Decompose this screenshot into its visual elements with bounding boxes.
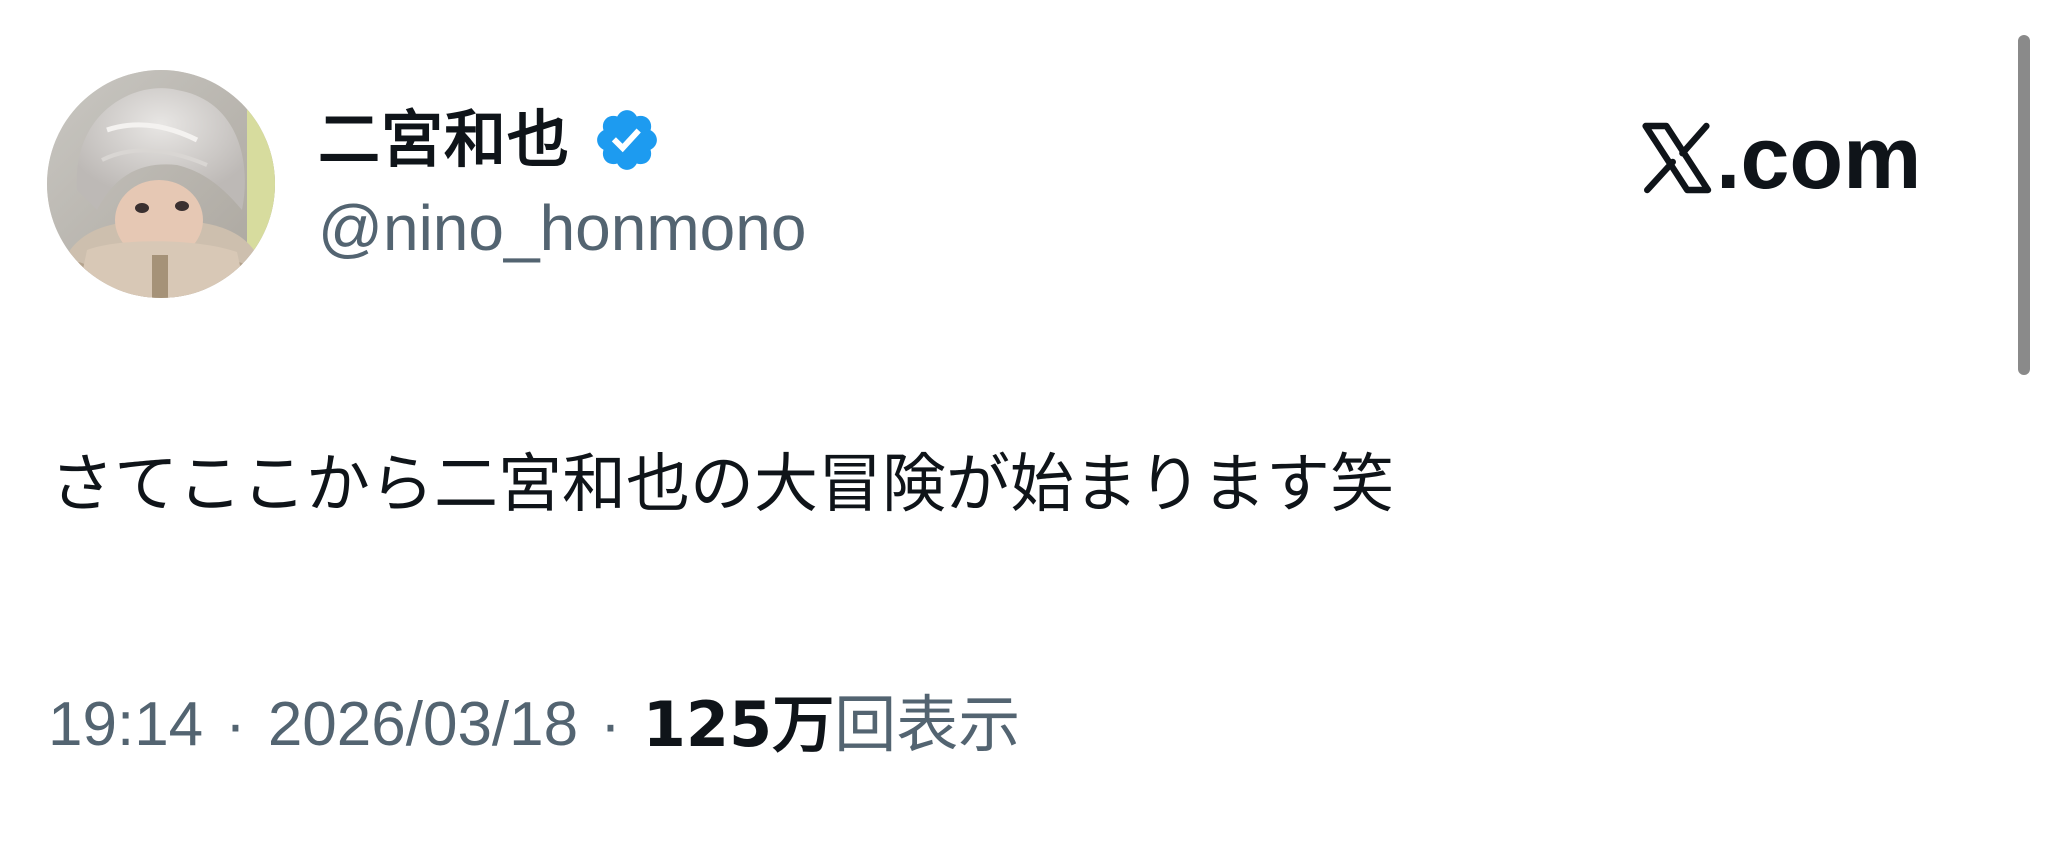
author-name-row: 二宮和也 [318, 95, 662, 185]
scrollbar[interactable] [2018, 35, 2030, 375]
x-logo-icon [1642, 122, 1712, 194]
tweet-date[interactable]: 2026/03/18 [268, 680, 578, 770]
view-label: 回表示 [834, 688, 1021, 761]
brand-text: .com [1716, 108, 1922, 207]
tweet-time[interactable]: 19:14 [48, 680, 203, 770]
display-name[interactable]: 二宮和也 [318, 100, 570, 180]
author-handle[interactable]: @nino_honmono [318, 188, 806, 268]
tweet-meta: 19:14 · 2026/03/18 · 125万 回表示 [48, 680, 1020, 770]
tweet-text: さてここから二宮和也の大冒険が始まります笑 [50, 448, 1394, 522]
view-count[interactable]: 125万 [643, 680, 834, 770]
tweet-card: 二宮和也 @nino_honmono .com さてここから二宮和也の大冒険が始… [0, 0, 2048, 845]
meta-separator: · [225, 690, 246, 759]
avatar[interactable] [47, 70, 275, 298]
site-brand[interactable]: .com [1636, 108, 1921, 208]
meta-separator: · [600, 690, 621, 759]
verified-badge-icon[interactable] [592, 105, 662, 175]
avatar-image [47, 70, 275, 298]
